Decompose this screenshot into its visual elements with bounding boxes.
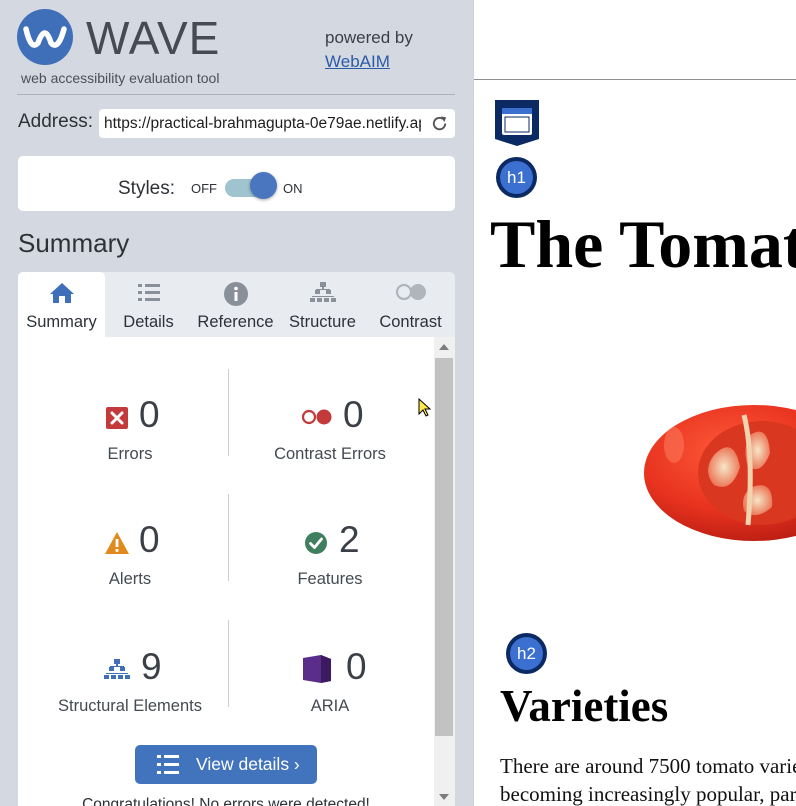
alerts-count: 0: [139, 519, 160, 560]
mouse-cursor-icon: [418, 398, 432, 417]
error-icon: [106, 407, 128, 429]
summary-panel: 0 Errors 0 Contrast Errors 0 Alerts 2 Fe…: [18, 337, 455, 806]
aria-label: ARIA: [310, 697, 350, 715]
contrast-error-icon: [301, 409, 332, 425]
tab-details[interactable]: Details: [105, 272, 192, 338]
tab-bar: Summary Details Reference Structure Cont…: [18, 272, 455, 338]
aria-icon: [303, 655, 331, 683]
hierarchy-icon: [309, 282, 336, 302]
h1-badge-label: h1: [500, 161, 533, 194]
page-heading-1: The Tomato: [490, 206, 796, 282]
wave-logo-text: WAVE: [86, 12, 221, 64]
page-preview: h1 The Tomato h2 Varieties There are aro…: [473, 0, 796, 806]
page-paragraph-line: There are around 7500 tomato varieties: [500, 754, 796, 778]
structural-elements-label: Structural Elements: [58, 697, 202, 715]
aria-count: 0: [346, 646, 367, 687]
powered-by-text: powered by: [325, 28, 413, 47]
webaim-link[interactable]: WebAIM: [325, 52, 390, 72]
address-input[interactable]: [104, 113, 421, 134]
tagline: web accessibility evaluation tool: [21, 70, 220, 86]
heading-level-2-badge[interactable]: h2: [506, 633, 547, 674]
features-count: 2: [339, 519, 360, 560]
summary-heading: Summary: [18, 228, 130, 258]
errors-label: Errors: [107, 445, 153, 463]
tab-summary-label: Summary: [26, 313, 97, 331]
tomato-image: [644, 405, 796, 541]
tab-details-label: Details: [123, 313, 174, 331]
features-label: Features: [297, 570, 363, 588]
tab-reference-label: Reference: [197, 313, 274, 331]
feature-check-icon: [305, 532, 327, 554]
list-icon: [137, 284, 160, 301]
styles-label: Styles:: [118, 178, 176, 199]
page-paragraph-line: becoming increasingly popular, particula…: [500, 782, 796, 806]
structural-elements-count: 9: [141, 646, 162, 687]
tab-summary[interactable]: Summary: [18, 272, 105, 338]
header-divider: [17, 94, 455, 95]
scroll-down-arrow-icon[interactable]: [439, 794, 449, 800]
wave-logo-icon: [17, 9, 73, 65]
contrast-errors-count: 0: [343, 394, 364, 435]
info-icon: [223, 282, 248, 306]
address-label: Address:: [18, 111, 93, 132]
wave-sidebar: WAVE web accessibility evaluation tool p…: [0, 0, 473, 806]
page-top-divider: [474, 79, 796, 80]
home-icon: [49, 283, 74, 303]
panel-scrollbar[interactable]: [434, 337, 455, 806]
view-details-label: View details ›: [196, 754, 300, 774]
congratulations-message: Congratulations! No errors were detected…: [82, 796, 370, 806]
scrollbar-thumb[interactable]: [435, 358, 453, 736]
page-heading-2: Varieties: [500, 681, 669, 731]
list-icon: [157, 755, 179, 774]
styles-off-label: OFF: [191, 181, 217, 196]
tab-contrast-label: Contrast: [379, 313, 442, 331]
refresh-icon[interactable]: [430, 114, 449, 133]
heading-level-1-badge[interactable]: h1: [496, 157, 537, 198]
stat-divider: [228, 494, 229, 581]
alert-icon: [105, 532, 129, 554]
stat-divider: [228, 620, 229, 707]
structure-icon: [104, 659, 130, 679]
tab-reference[interactable]: Reference: [192, 272, 279, 338]
contrast-icon: [395, 283, 426, 301]
tab-structure[interactable]: Structure: [279, 272, 366, 338]
contrast-errors-label: Contrast Errors: [274, 445, 386, 463]
stat-divider: [228, 369, 229, 456]
tab-contrast[interactable]: Contrast: [367, 272, 454, 338]
alerts-label: Alerts: [108, 570, 152, 588]
styles-toggle-panel: Styles: OFF ON: [18, 156, 455, 211]
errors-count: 0: [139, 394, 160, 435]
styles-toggle-knob[interactable]: [250, 172, 277, 199]
address-field: [99, 109, 455, 138]
h2-badge-label: h2: [510, 637, 543, 670]
styles-on-label: ON: [283, 181, 303, 196]
tab-structure-label: Structure: [289, 313, 356, 331]
scroll-up-arrow-icon[interactable]: [439, 344, 449, 350]
view-details-button[interactable]: View details ›: [135, 745, 317, 784]
document-region-icon[interactable]: [494, 99, 540, 147]
